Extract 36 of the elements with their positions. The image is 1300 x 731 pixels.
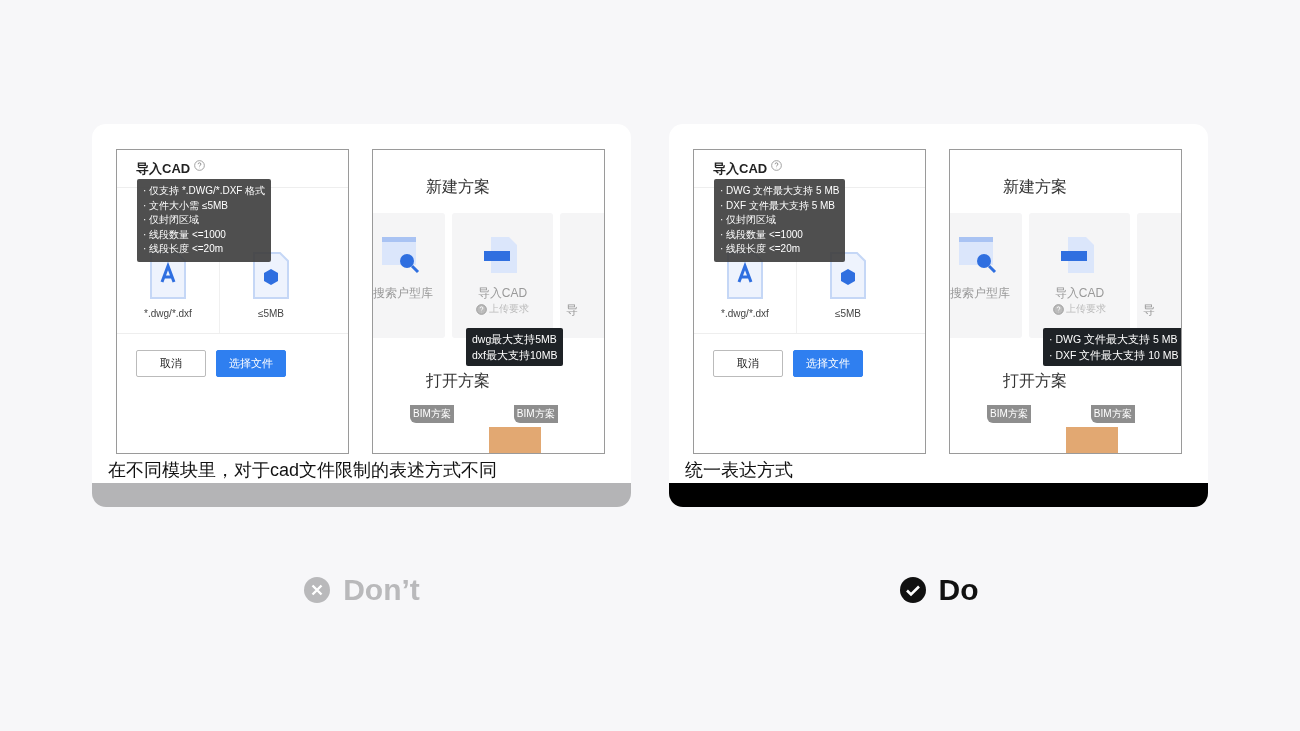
- file-requirement: ≤5MB: [834, 308, 862, 319]
- option-label: 导: [566, 302, 578, 319]
- tooltip-line: dxf最大支持10MB: [472, 348, 558, 363]
- tooltip-line: · 仅支持 *.DWG/*.DXF 格式: [143, 184, 266, 198]
- tooltip-line: · 线段长度 <=20m: [720, 242, 802, 256]
- tooltip-line: · 线段长度 <=20m: [143, 242, 225, 256]
- file-requirement: ≤5MB: [257, 308, 285, 319]
- tooltip-line: · DXF 文件最大支持 5 MB: [720, 198, 836, 213]
- dialog-title: 导入CAD: [713, 160, 768, 178]
- tooltip-line: · 线段数量 <=1000: [143, 227, 227, 242]
- dialog-title: 导入CAD: [136, 160, 191, 178]
- file-requirement: *.dwg/*.dxf: [721, 308, 769, 319]
- verdict-label: Don’t: [343, 573, 420, 607]
- tooltip-line: · DXF 文件最大支持 10 MB: [1049, 348, 1179, 363]
- tooltip-line: · 仅封闭区域: [143, 213, 201, 227]
- file-requirement: *.dwg/*.dxf: [144, 308, 192, 319]
- plan-tag: BIM方案: [410, 405, 454, 423]
- plan-tag: BIM方案: [987, 405, 1031, 423]
- tooltip-line: · DWG 文件最大支持 5 MB: [720, 184, 840, 198]
- option-label: 搜索户型库: [950, 285, 1010, 302]
- plan-tag: BIM方案: [513, 405, 558, 423]
- section-title: 新建方案: [425, 177, 491, 197]
- option-label: 导入CAD: [1054, 285, 1105, 302]
- section-title: 打开方案: [426, 371, 490, 391]
- tooltip-line: · 文件大小需 ≤5MB: [143, 198, 229, 213]
- example-caption: 统一表达方式: [684, 459, 794, 482]
- option-label: 导: [1143, 302, 1155, 319]
- option-label: 搜索户型库: [373, 285, 433, 302]
- plan-tag: BIM方案: [1090, 405, 1135, 423]
- example-caption: 在不同模块里，对于cad文件限制的表述方式不同: [107, 459, 499, 482]
- tooltip-line: · 线段数量 <=1000: [720, 227, 804, 242]
- section-title: 新建方案: [1002, 177, 1068, 197]
- tooltip-line: · 仅封闭区域: [720, 213, 778, 227]
- section-title: 打开方案: [1003, 371, 1067, 391]
- verdict-label: Do: [938, 573, 979, 607]
- option-label: 导入CAD: [477, 285, 528, 302]
